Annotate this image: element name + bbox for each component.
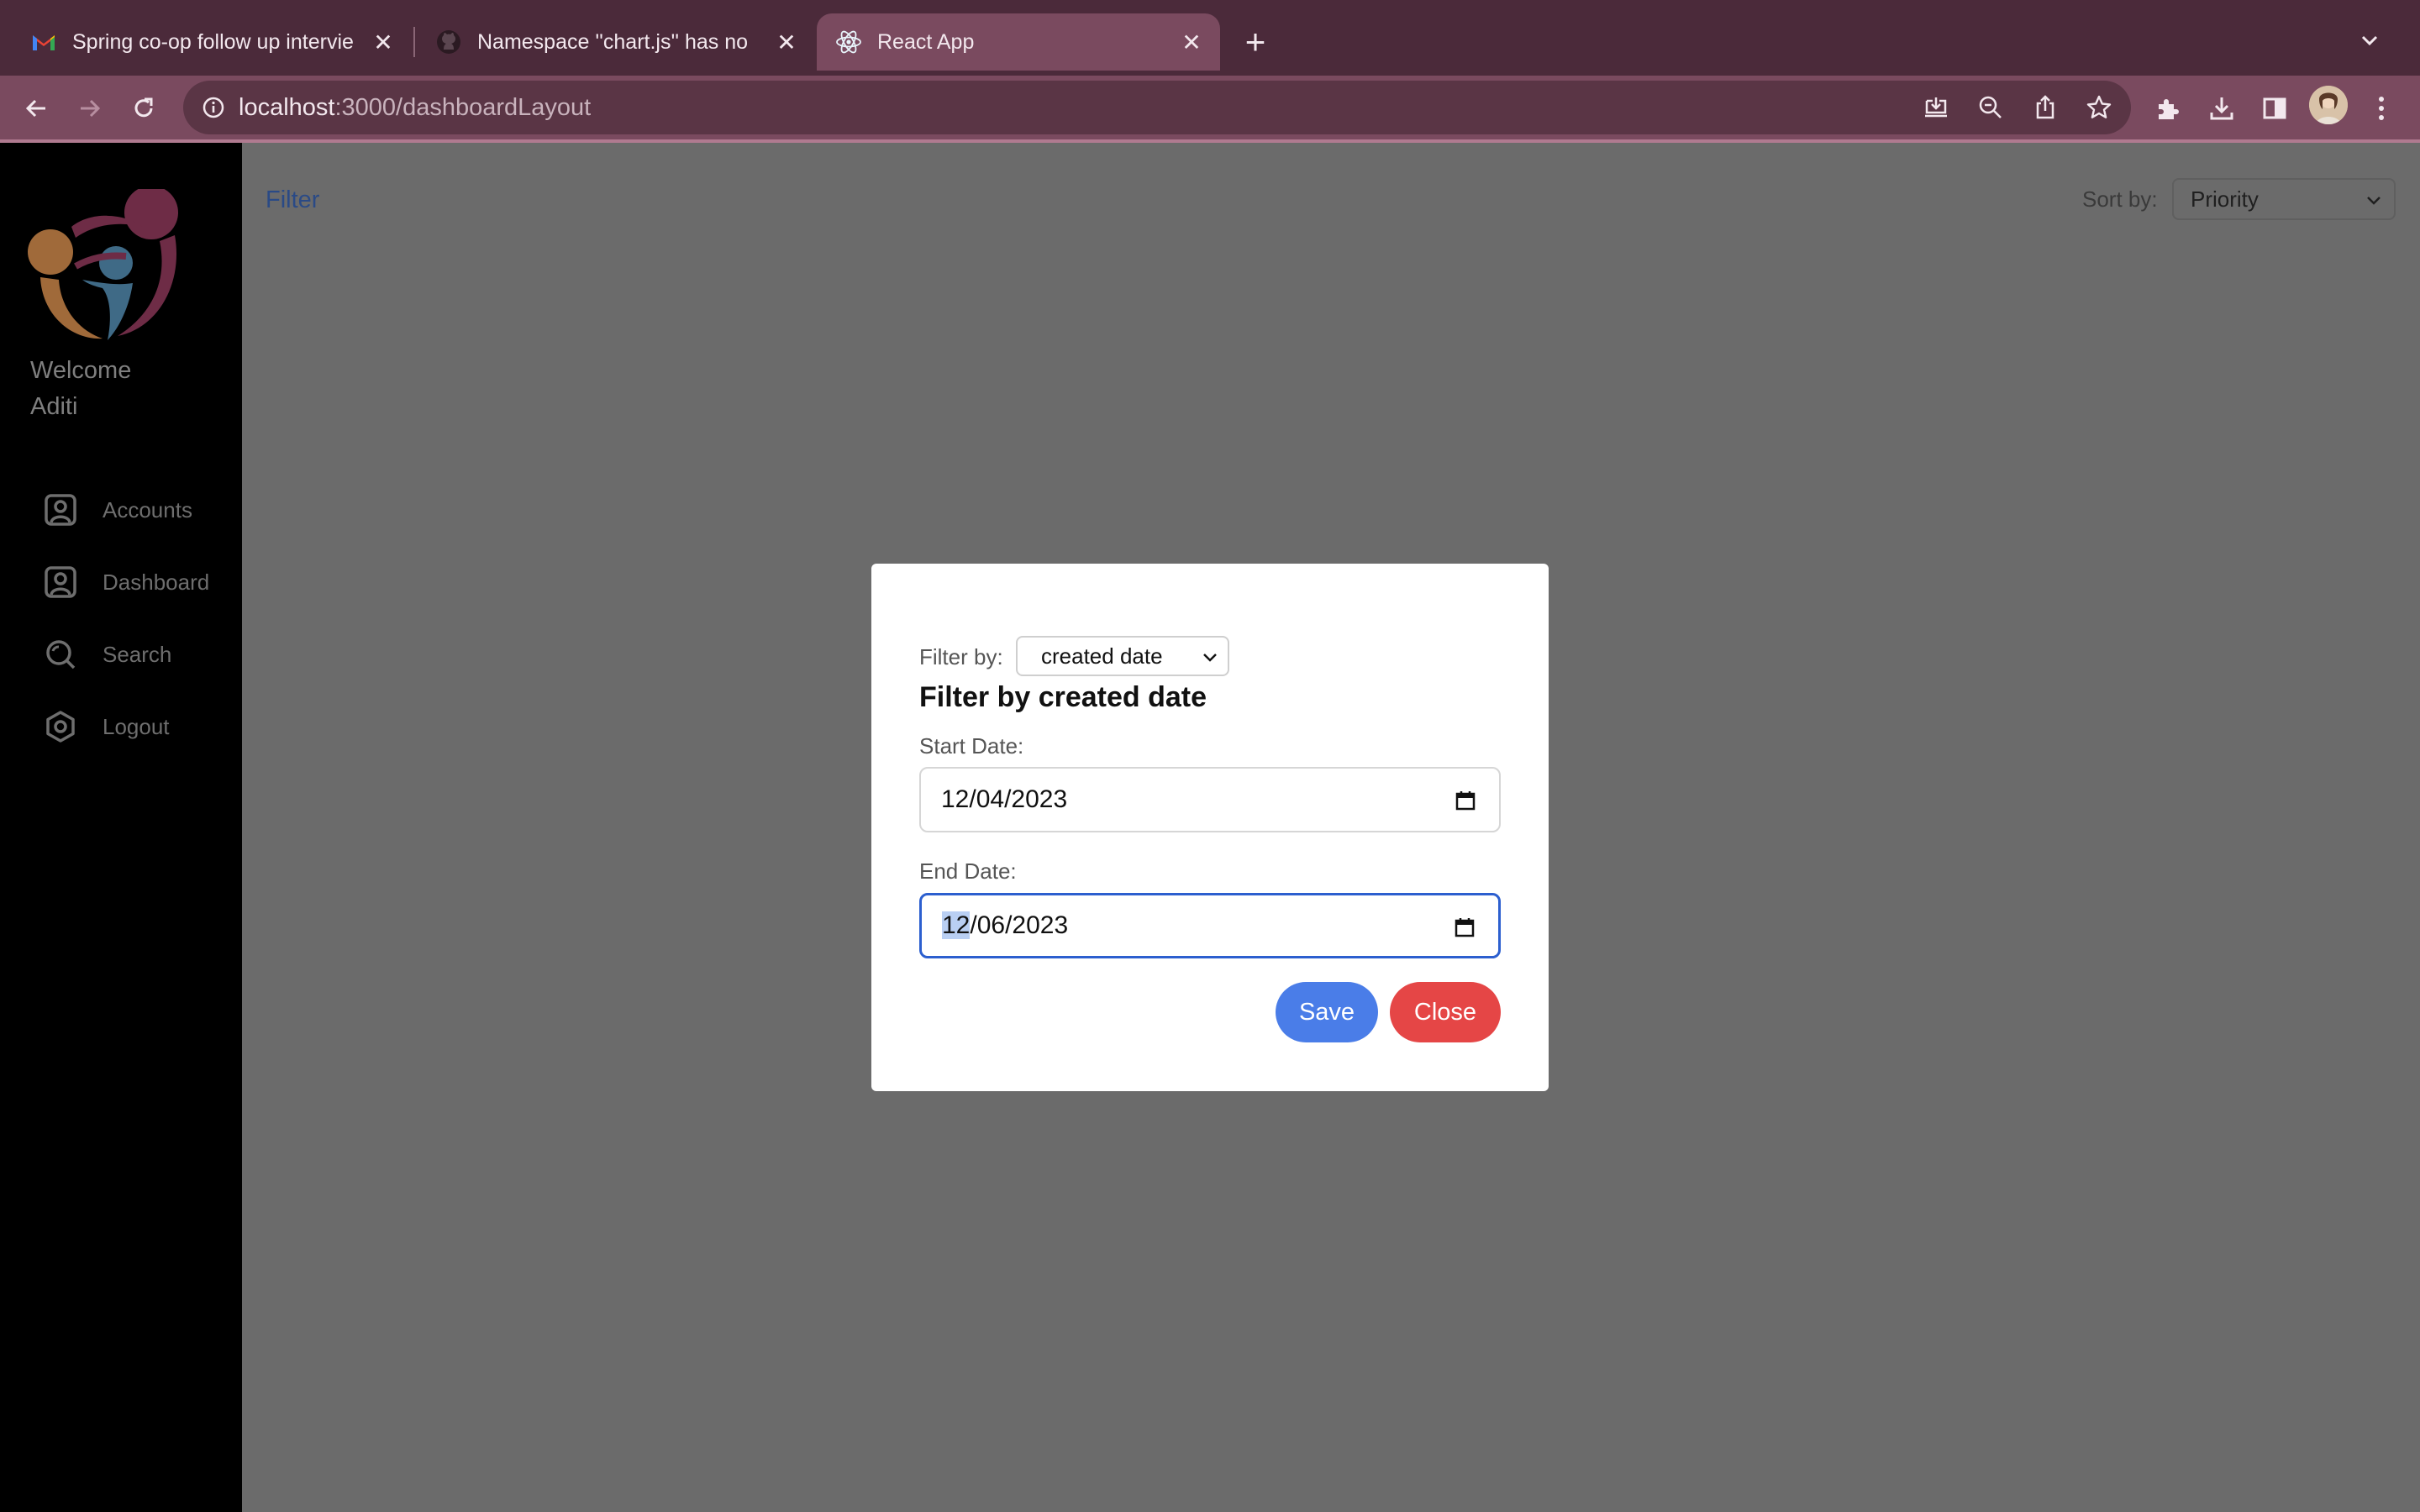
info-icon[interactable] xyxy=(198,92,229,123)
sidebar-item-search[interactable]: Search xyxy=(42,633,171,675)
sidebar-item-logout[interactable]: Logout xyxy=(42,706,170,748)
github-icon xyxy=(435,29,462,55)
downloads-icon[interactable] xyxy=(2201,87,2243,129)
extensions-icon[interactable] xyxy=(2147,87,2189,129)
filter-link[interactable]: Filter xyxy=(266,186,319,214)
back-button[interactable] xyxy=(15,87,57,129)
modal-heading: Filter by created date xyxy=(919,681,1207,713)
start-date-label: Start Date: xyxy=(919,733,1024,759)
filter-by-value: created date xyxy=(1041,643,1163,669)
toolbar-divider xyxy=(0,139,2420,143)
calendar-icon[interactable] xyxy=(1453,916,1476,939)
sidebar-item-label: Search xyxy=(103,641,172,667)
url-host: localhost xyxy=(239,94,335,121)
side-panel-icon[interactable] xyxy=(2254,87,2296,129)
bookmark-star-icon[interactable] xyxy=(2082,91,2116,124)
close-icon[interactable]: ✕ xyxy=(366,25,400,59)
end-date-rest: /06/2023 xyxy=(970,911,1069,939)
close-icon[interactable]: ✕ xyxy=(1175,25,1208,59)
chevron-down-icon[interactable] xyxy=(2353,24,2386,57)
welcome-text: Welcome Aditi xyxy=(30,353,215,425)
url-text: localhost:3000/dashboardLayout xyxy=(239,94,591,122)
more-menu-icon[interactable] xyxy=(2363,87,2400,129)
profile-avatar[interactable] xyxy=(2309,86,2348,124)
user-name: Aditi xyxy=(30,393,78,420)
close-button[interactable]: Close xyxy=(1390,982,1501,1042)
save-button[interactable]: Save xyxy=(1276,982,1378,1042)
new-tab-button[interactable]: + xyxy=(1237,22,1274,61)
install-app-icon[interactable] xyxy=(1919,91,1953,124)
sort-by-label: Sort by: xyxy=(2082,186,2158,212)
filter-modal: Filter by: created date Filter by create… xyxy=(871,564,1549,1091)
reload-button[interactable] xyxy=(123,87,165,129)
app-logo xyxy=(28,189,178,340)
address-bar[interactable]: localhost:3000/dashboardLayout xyxy=(183,81,2131,134)
tab-react-app[interactable]: React App ✕ xyxy=(817,13,1220,71)
close-icon[interactable]: ✕ xyxy=(770,25,803,59)
react-icon xyxy=(835,29,862,55)
tab-github[interactable]: Namespace ''chart.js'' has no ✕ xyxy=(415,13,815,71)
sidebar-item-label: Dashboard xyxy=(103,569,210,595)
tab-title: Spring co-op follow up intervie xyxy=(72,29,354,54)
end-date-input[interactable]: 12/06/2023 xyxy=(919,893,1501,958)
sidebar-item-label: Accounts xyxy=(103,496,192,522)
chevron-down-icon xyxy=(2367,197,2381,205)
sort-select[interactable]: Priority xyxy=(2172,178,2396,220)
filter-by-select[interactable]: created date xyxy=(1016,636,1229,676)
user-square-icon xyxy=(42,564,79,601)
url-path: :3000/dashboardLayout xyxy=(334,94,592,121)
sort-select-value: Priority xyxy=(2191,186,2259,212)
tab-title: React App xyxy=(877,29,975,54)
tab-gmail[interactable]: Spring co-op follow up intervie ✕ xyxy=(0,13,412,71)
sidebar-item-accounts[interactable]: Accounts xyxy=(42,489,192,531)
gmail-icon xyxy=(30,29,57,55)
calendar-icon[interactable] xyxy=(1454,789,1477,812)
end-date-value: 12/06/2023 xyxy=(942,911,1068,940)
search-icon xyxy=(42,636,79,673)
end-date-month-selected: 12 xyxy=(942,911,971,939)
sidebar-item-dashboard[interactable]: Dashboard xyxy=(42,561,209,603)
start-date-value: 12/04/2023 xyxy=(941,785,1068,813)
browser-tab-bar: Spring co-op follow up intervie ✕ Namesp… xyxy=(0,0,2420,76)
filter-by-label: Filter by: xyxy=(919,644,1003,669)
sidebar: Welcome Aditi Accounts Dashboard Search … xyxy=(0,143,242,1512)
start-date-input[interactable]: 12/04/2023 xyxy=(919,767,1501,832)
sidebar-item-label: Logout xyxy=(103,713,170,739)
tab-title: Namespace ''chart.js'' has no xyxy=(477,29,749,54)
logout-icon xyxy=(42,708,79,745)
chevron-down-icon xyxy=(1203,654,1217,662)
welcome-line: Welcome xyxy=(30,357,132,384)
end-date-label: End Date: xyxy=(919,858,1017,884)
zoom-icon[interactable] xyxy=(1974,91,2007,124)
share-icon[interactable] xyxy=(2028,91,2062,124)
user-square-icon xyxy=(42,491,79,528)
forward-button[interactable] xyxy=(69,87,111,129)
